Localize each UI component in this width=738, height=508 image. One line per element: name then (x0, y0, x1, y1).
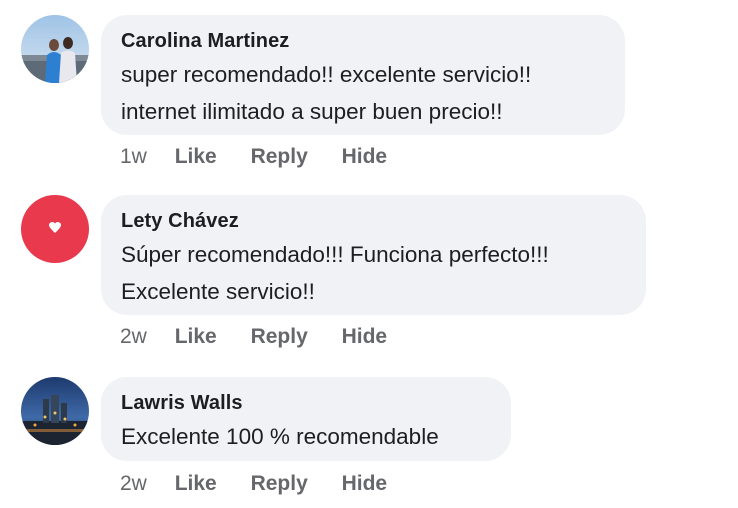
hide-button[interactable]: Hide (342, 145, 388, 168)
comment-text: super recomendado!! excelente servicio!! (121, 62, 532, 87)
comment-text: internet ilimitado a super buen precio!! (121, 99, 503, 124)
comment-author[interactable]: Lety Chávez (121, 208, 626, 234)
avatar[interactable] (21, 377, 89, 445)
comment-actions: 2w Like Reply Hide (120, 325, 415, 349)
comment-text: Súper recomendado!!! Funciona perfecto!!… (121, 242, 549, 267)
reply-button[interactable]: Reply (251, 472, 308, 495)
hide-button[interactable]: Hide (342, 472, 388, 495)
reply-button[interactable]: Reply (251, 325, 308, 348)
hide-button[interactable]: Hide (342, 325, 388, 348)
comment-bubble: Lawris Walls Excelente 100 % recomendabl… (101, 377, 511, 461)
comment-author[interactable]: Lawris Walls (121, 390, 491, 416)
like-button[interactable]: Like (175, 145, 217, 168)
comment-timestamp[interactable]: 2w (120, 325, 147, 348)
comment-bubble: Carolina Martinez super recomendado!! ex… (101, 15, 625, 135)
comment-timestamp[interactable]: 1w (120, 145, 147, 168)
avatar[interactable] (21, 15, 89, 83)
like-button[interactable]: Like (175, 325, 217, 348)
user-photo-icon (21, 377, 89, 445)
comment-actions: 2w Like Reply Hide (120, 472, 415, 496)
like-button[interactable]: Like (175, 472, 217, 495)
comment-timestamp[interactable]: 2w (120, 472, 147, 495)
comment-actions: 1w Like Reply Hide (120, 145, 415, 169)
heart-icon (49, 222, 61, 233)
comment-text: Excelente servicio!! (121, 279, 315, 304)
comment-author[interactable]: Carolina Martinez (121, 28, 605, 54)
reply-button[interactable]: Reply (251, 145, 308, 168)
avatar[interactable] (21, 195, 89, 263)
comment-text: Excelente 100 % recomendable (121, 424, 439, 449)
user-photo-icon (21, 15, 89, 83)
comment-bubble: Lety Chávez Súper recomendado!!! Funcion… (101, 195, 646, 315)
